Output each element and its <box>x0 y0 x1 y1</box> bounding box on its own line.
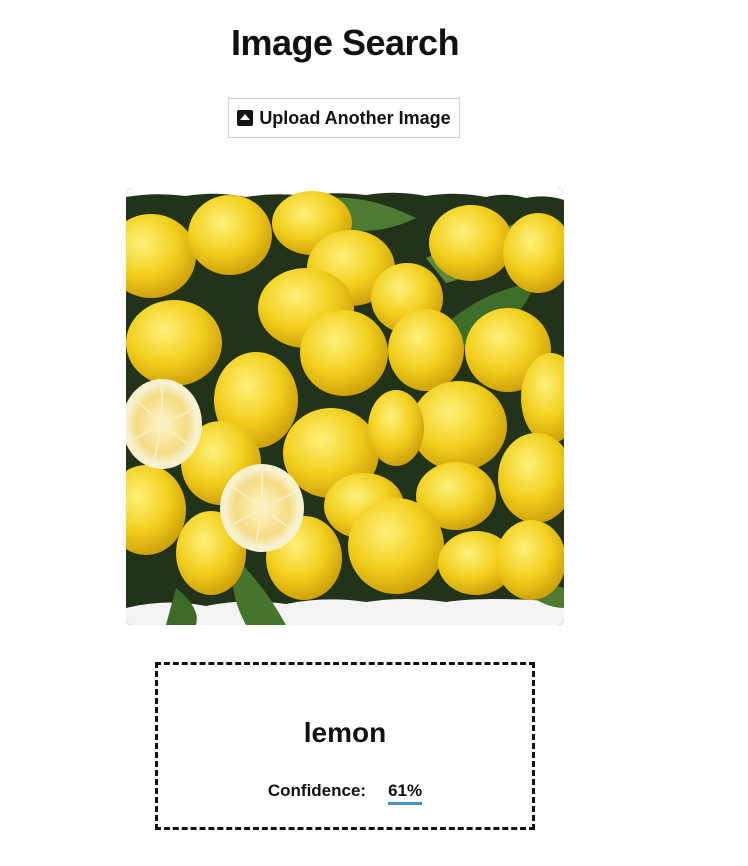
page-title: Image Search <box>230 22 460 63</box>
uploaded-image <box>126 188 564 625</box>
upload-button-label: Upload Another Image <box>259 107 451 128</box>
prediction-result-card: lemon Confidence: 61% <box>155 662 535 830</box>
confidence-row: Confidence: 61% <box>158 781 532 805</box>
confidence-label: Confidence: <box>267 781 367 800</box>
upload-another-image-button[interactable]: Upload Another Image <box>228 98 460 138</box>
confidence-value: 61% <box>388 781 423 805</box>
page: Image Search Upload Another Image lemon … <box>0 0 748 866</box>
lemons-illustration <box>126 188 564 625</box>
upload-icon <box>237 110 254 126</box>
prediction-label: lemon <box>303 717 387 748</box>
